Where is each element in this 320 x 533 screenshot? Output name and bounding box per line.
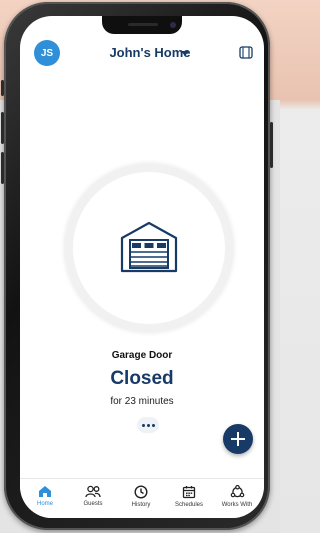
bottom-tab-bar: Home Guests History Schedules Works With — [20, 478, 264, 518]
speaker-grille — [128, 23, 158, 26]
app-screen: JS John's Home Garage Door Closed for 23… — [20, 16, 264, 518]
status-duration: for 23 minutes — [110, 396, 174, 407]
more-options-button[interactable] — [137, 417, 159, 433]
works-with-icon — [230, 485, 244, 498]
tab-guests[interactable]: Guests — [70, 485, 116, 507]
tab-history[interactable]: History — [118, 485, 164, 508]
tab-label: Schedules — [174, 502, 204, 508]
clock-icon — [134, 485, 148, 499]
more-dot — [141, 423, 145, 427]
notch — [102, 16, 182, 34]
device-status: Closed — [110, 368, 174, 389]
guests-icon — [85, 485, 101, 498]
front-camera — [170, 22, 176, 28]
garage-door-control-inner[interactable] — [73, 172, 225, 324]
garage-door-icon — [120, 221, 178, 273]
tab-works-with[interactable]: Works With — [214, 485, 260, 508]
tab-label: Home — [36, 501, 53, 507]
phone-frame: JS John's Home Garage Door Closed for 23… — [1, 2, 273, 530]
garage-door-control[interactable] — [65, 164, 233, 332]
tab-schedules[interactable]: Schedules — [166, 485, 212, 508]
tab-label: Guests — [83, 501, 103, 507]
user-avatar[interactable]: JS — [34, 40, 60, 66]
more-dot — [151, 423, 155, 427]
cameras-icon[interactable] — [238, 46, 254, 59]
tab-label: History — [131, 502, 151, 508]
device-name: Garage Door — [111, 350, 173, 361]
home-icon — [39, 486, 51, 497]
more-dot — [146, 423, 150, 427]
volume-up-button — [1, 112, 4, 144]
volume-down-button — [1, 152, 4, 184]
add-device-button[interactable] — [223, 424, 253, 454]
power-button — [270, 122, 273, 168]
chevron-down-icon[interactable] — [181, 51, 189, 56]
tab-label: Works With — [221, 502, 253, 508]
tab-home[interactable]: Home — [22, 485, 68, 507]
calendar-icon — [182, 486, 196, 499]
app-header: JS John's Home — [20, 40, 264, 68]
mute-switch — [1, 80, 4, 96]
